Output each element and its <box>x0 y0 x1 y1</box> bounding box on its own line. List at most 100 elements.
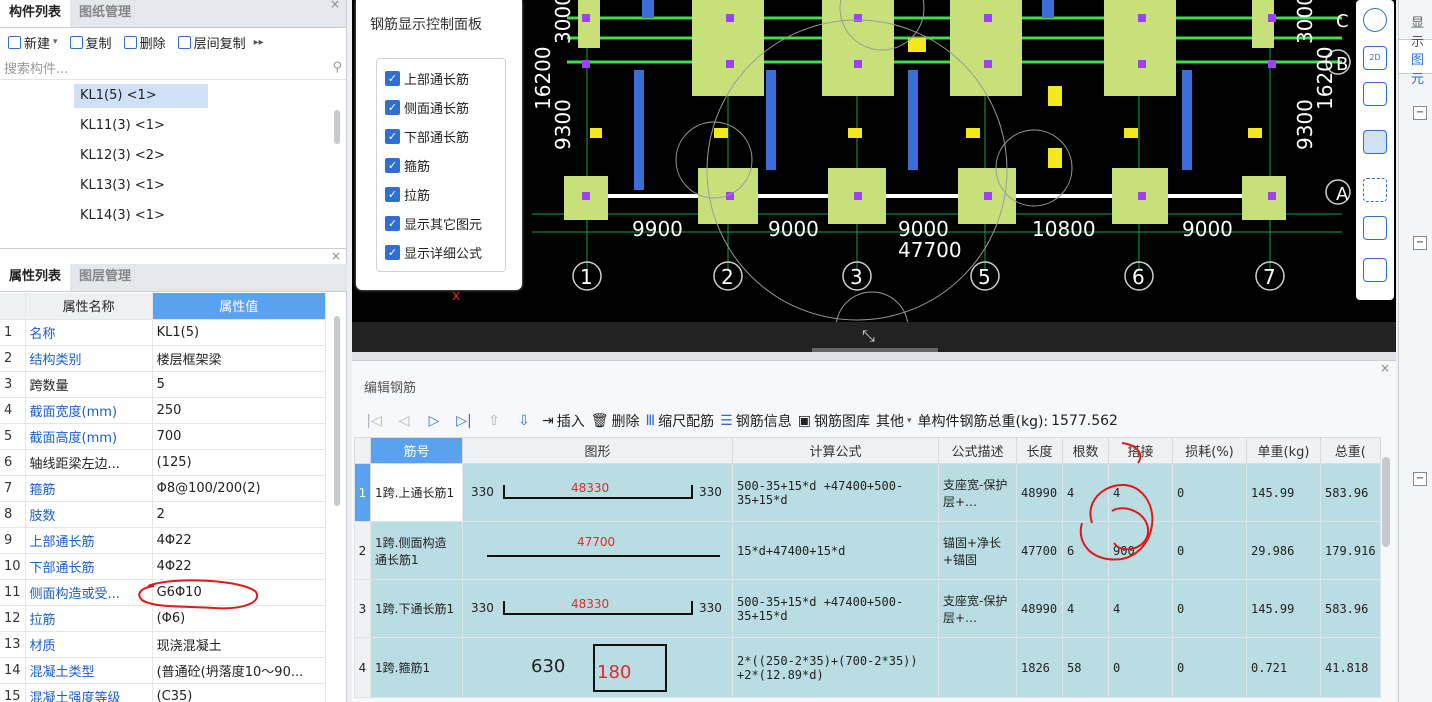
list-item[interactable]: KL13(3) <1> <box>74 174 208 198</box>
insert-button[interactable]: ⇥ 插入 <box>542 411 585 431</box>
property-value[interactable]: (C35) <box>152 683 327 702</box>
collapse-icon[interactable]: − <box>1413 236 1427 250</box>
rebar-shape[interactable]: 330 48330 330 <box>462 579 733 638</box>
tab-property-list[interactable]: 属性列表 <box>0 263 71 291</box>
list-item[interactable]: KL14(3) <1> <box>74 204 208 222</box>
table-row[interactable]: 1 1跨.上通长筋1 330 48330 330 500-35+15*d +47400+5… <box>354 463 1381 522</box>
first-icon[interactable]: |◁ <box>362 413 386 429</box>
delete-button[interactable]: 删除 <box>120 33 170 52</box>
rebar-unit-weight[interactable]: 145.99 <box>1246 579 1321 638</box>
rebar-library-button[interactable]: ▣ 钢筋图库 <box>798 411 870 431</box>
rebar-lap[interactable]: 0 <box>1108 637 1173 698</box>
property-value[interactable]: 5 <box>152 371 327 398</box>
table-row[interactable]: 2 1跨.侧面构造通长筋1 47700 15*d+47400+15*d 锚固+净长+锚固… <box>354 521 1381 580</box>
search-input[interactable]: 搜索构件... <box>4 58 332 77</box>
rebar-name[interactable]: 1跨.侧面构造通长筋1 <box>370 521 463 580</box>
props-scrollbar[interactable] <box>334 316 340 506</box>
property-value[interactable]: 250 <box>152 397 327 424</box>
rebar-formula[interactable]: 2*((250-2*35)+(700-2*35)) +2*(12.89*d) <box>732 637 939 698</box>
row-index[interactable]: 2 <box>354 521 371 580</box>
rebar-shape[interactable]: 330 48330 330 <box>462 463 733 522</box>
row-index[interactable]: 1 <box>354 463 371 522</box>
rebar-unit-weight[interactable]: 29.986 <box>1246 521 1321 580</box>
collapse-icon[interactable]: − <box>1413 106 1427 120</box>
rebar-loss[interactable]: 0 <box>1172 521 1247 580</box>
view-cube-icon[interactable] <box>1363 216 1387 240</box>
rebar-total-weight[interactable]: 583.96 <box>1320 463 1381 522</box>
move-down-icon[interactable]: ⇩ <box>512 413 536 429</box>
editor-scrollbar[interactable] <box>1382 457 1390 547</box>
rebar-shape[interactable]: 47700 <box>462 521 733 580</box>
checkbox-other-elements[interactable]: ✓ 显示其它图元 <box>385 214 482 233</box>
row-index[interactable]: 3 <box>354 579 371 638</box>
rebar-total-weight[interactable]: 583.96 <box>1320 579 1381 638</box>
tab-drawing-management[interactable]: 图纸管理 <box>70 0 140 27</box>
property-row[interactable]: 7 箍筋 Φ8@100/200(2) <box>0 475 327 502</box>
close-icon[interactable]: × <box>330 0 340 11</box>
row-index[interactable]: 4 <box>354 637 371 698</box>
prev-icon[interactable]: ◁ <box>392 413 416 429</box>
other-menu[interactable]: 其他 ▾ <box>876 411 912 431</box>
display-settings-icon[interactable] <box>1363 258 1387 282</box>
property-row[interactable]: 3 跨数量 5 <box>0 371 327 398</box>
rebar-unit-weight[interactable]: 0.721 <box>1246 637 1321 698</box>
formula-description[interactable] <box>938 637 1017 698</box>
property-row[interactable]: 6 轴线距梁左边... (125) <box>0 449 327 476</box>
checkbox-bottom-rebar[interactable]: ✓ 下部通长筋 <box>385 127 469 146</box>
rebar-total-weight[interactable]: 179.916 <box>1320 521 1381 580</box>
property-value[interactable]: 楼层框架梁 <box>152 345 327 372</box>
new-button[interactable]: 新建 ▾ <box>4 33 62 52</box>
property-row[interactable]: 1 名称 KL1(5) <box>0 319 327 346</box>
property-row[interactable]: 8 肢数 2 <box>0 501 327 528</box>
rebar-length[interactable]: 48990 <box>1016 463 1063 522</box>
property-value[interactable]: 4Φ22 <box>152 553 327 580</box>
move-up-icon[interactable]: ⇧ <box>482 413 506 429</box>
splitter[interactable]: × <box>0 248 347 264</box>
zoom-extent-icon[interactable] <box>1363 178 1387 202</box>
property-value[interactable]: Φ8@100/200(2) <box>152 475 327 502</box>
collapse-icon[interactable]: ⤡ <box>862 326 875 346</box>
property-value[interactable]: 2 <box>152 501 327 528</box>
rebar-formula[interactable]: 500-35+15*d +47400+500-35+15*d <box>732 463 939 522</box>
rebar-lap[interactable]: 4 <box>1108 579 1173 638</box>
rebar-formula[interactable]: 500-35+15*d +47400+500-35+15*d <box>732 579 939 638</box>
rebar-name[interactable]: 1跨.上通长筋1 <box>370 463 463 522</box>
rebar-count[interactable]: 58 <box>1062 637 1109 698</box>
3d-view-icon[interactable] <box>1363 82 1387 106</box>
rebar-length[interactable]: 47700 <box>1016 521 1063 580</box>
2d-view-icon[interactable]: 2D <box>1363 46 1387 70</box>
component-search[interactable]: 搜索构件... ⚲ <box>0 56 346 80</box>
search-icon[interactable]: ⚲ <box>332 60 342 75</box>
property-row[interactable]: 15 混凝土强度等级 (C35) <box>0 683 327 702</box>
property-value[interactable]: 700 <box>152 423 327 450</box>
close-icon[interactable]: × <box>1380 361 1390 375</box>
rebar-length[interactable]: 48990 <box>1016 579 1063 638</box>
collapse-icon[interactable]: − <box>1413 472 1427 486</box>
list-item[interactable]: KL12(3) <2> <box>74 144 208 168</box>
rebar-loss[interactable]: 0 <box>1172 637 1247 698</box>
property-value[interactable]: 4Φ22 <box>152 527 327 554</box>
next-icon[interactable]: ▷ <box>422 413 446 429</box>
property-value[interactable]: 现浇混凝土 <box>152 631 327 658</box>
list-item[interactable]: KL11(3) <1> <box>74 114 208 138</box>
tab-component-list[interactable]: 构件列表 <box>0 0 71 27</box>
rebar-unit-weight[interactable]: 145.99 <box>1246 463 1321 522</box>
property-row[interactable]: 10 下部通长筋 4Φ22 <box>0 553 327 580</box>
tab-layer-management[interactable]: 图层管理 <box>70 263 140 291</box>
list-item[interactable]: KL1(5) <1> <box>74 84 208 108</box>
property-value[interactable]: KL1(5) <box>152 319 327 346</box>
rebar-info-button[interactable]: ☰ 钢筋信息 <box>720 411 792 431</box>
formula-description[interactable]: 支座宽-保护层+… <box>938 463 1017 522</box>
property-row[interactable]: 13 材质 现浇混凝土 <box>0 631 327 658</box>
checkbox-stirrup[interactable]: ✓ 箍筋 <box>385 156 430 175</box>
checkbox-side-rebar[interactable]: ✓ 侧面通长筋 <box>385 98 469 117</box>
property-row[interactable]: 14 混凝土类型 (普通砼(坍落度10～90... <box>0 657 327 684</box>
rebar-loss[interactable]: 0 <box>1172 579 1247 638</box>
more-icon[interactable]: ▸▸ <box>254 37 264 48</box>
rebar-loss[interactable]: 0 <box>1172 463 1247 522</box>
checkbox-detail-formula[interactable]: ✓ 显示详细公式 <box>385 243 482 262</box>
orbit-icon[interactable] <box>1363 8 1387 32</box>
rebar-formula[interactable]: 15*d+47400+15*d <box>732 521 939 580</box>
formula-description[interactable]: 支座宽-保护层+… <box>938 579 1017 638</box>
property-row[interactable]: 4 截面宽度(mm) 250 <box>0 397 327 424</box>
